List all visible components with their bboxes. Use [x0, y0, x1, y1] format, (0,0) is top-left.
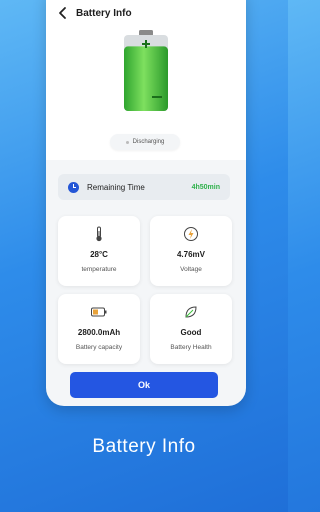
health-card: Good Battery Health — [150, 294, 232, 364]
ok-button[interactable]: Ok — [70, 372, 218, 398]
voltage-value: 4.76mV — [176, 250, 206, 259]
bolt-icon — [183, 226, 199, 242]
voltage-label: Voltage — [180, 266, 202, 273]
capacity-card: 2800.0mAh Battery capacity — [58, 294, 140, 364]
clock-icon — [68, 181, 79, 193]
leaf-icon — [183, 304, 199, 320]
back-arrow-icon[interactable] — [56, 6, 70, 20]
temperature-card: 28°C temperature — [58, 216, 140, 286]
charging-status-text: Discharging — [132, 139, 165, 145]
health-label: Battery Health — [170, 344, 212, 351]
promo-caption: Battery Info — [92, 436, 196, 457]
remaining-time-row: Remaining Time 4h50min — [58, 174, 230, 200]
temperature-value: 28°C — [90, 250, 108, 259]
battery-graphic — [122, 30, 170, 117]
capacity-label: Battery capacity — [75, 344, 123, 351]
remaining-time-label: Remaining Time — [87, 182, 145, 192]
battery-header-panel: Battery Info Discharging — [46, 0, 246, 160]
status-dot-icon — [125, 140, 129, 144]
temperature-label: temperature — [81, 266, 117, 273]
remaining-time-value: 4h50min — [191, 183, 220, 191]
health-value: Good — [180, 328, 202, 337]
thermometer-icon — [91, 226, 107, 242]
voltage-card: 4.76mV Voltage — [150, 216, 232, 286]
charging-status-badge: Discharging — [110, 134, 180, 150]
app-bar: Battery Info — [56, 6, 132, 20]
capacity-value: 2800.0mAh — [77, 328, 121, 337]
app-screen: Battery Info Discharging Remaining Time … — [46, 0, 246, 406]
battery-icon — [91, 304, 107, 320]
page-title: Battery Info — [76, 7, 132, 19]
